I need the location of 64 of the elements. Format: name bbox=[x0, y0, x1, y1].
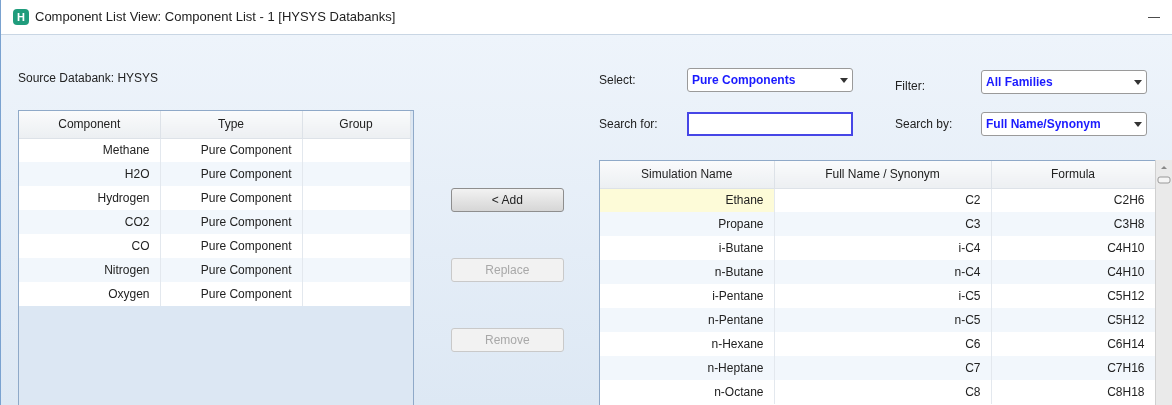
table-cell: H2O bbox=[19, 162, 160, 186]
action-button[interactable]: < Add bbox=[450, 188, 564, 212]
table-cell: Pure Component bbox=[160, 186, 302, 210]
column-header[interactable]: Type bbox=[160, 111, 302, 138]
field-label: Search by: bbox=[895, 116, 953, 133]
table-cell: Pure Component bbox=[160, 210, 302, 234]
table-cell: C4H10 bbox=[991, 236, 1155, 260]
table-cell: CO2 bbox=[19, 210, 160, 234]
dropdown[interactable]: Pure Components bbox=[687, 68, 853, 92]
table-cell: Pure Component bbox=[160, 282, 302, 306]
table-cell: n-C4 bbox=[774, 260, 991, 284]
search-field[interactable] bbox=[687, 112, 853, 136]
table-cell: C7 bbox=[774, 356, 991, 380]
source-databank-label: Source Databank: HYSYS bbox=[18, 71, 159, 85]
minimize-button[interactable]: — bbox=[1144, 8, 1164, 26]
table-cell: C3H8 bbox=[991, 212, 1155, 236]
table-cell[interactable]: n-Butane bbox=[600, 260, 774, 284]
column-header[interactable]: Simulation Name bbox=[600, 161, 774, 188]
column-header[interactable]: Group bbox=[302, 111, 410, 138]
table-cell: Pure Component bbox=[160, 162, 302, 186]
column-header[interactable]: Component bbox=[19, 111, 160, 138]
field-label: Search for: bbox=[599, 116, 658, 133]
table-cell[interactable]: Ethane bbox=[600, 188, 774, 212]
column-header[interactable]: Formula bbox=[991, 161, 1155, 188]
table-cell: Pure Component bbox=[160, 258, 302, 282]
caret-icon bbox=[840, 77, 848, 83]
field-label: Select: bbox=[599, 72, 636, 89]
table-cell: C3 bbox=[774, 212, 991, 236]
table-cell: n-C5 bbox=[774, 308, 991, 332]
dropdown[interactable]: Full Name/Synonym bbox=[981, 112, 1147, 136]
table-cell: Nitrogen bbox=[19, 258, 160, 282]
column-header[interactable]: Full Name / Synonym bbox=[774, 161, 991, 188]
table-cell: C8 bbox=[774, 380, 991, 404]
table-cell: C5H12 bbox=[991, 308, 1155, 332]
table-cell: C7H16 bbox=[991, 356, 1155, 380]
table-cell: C2 bbox=[774, 188, 991, 212]
table-cell: C5H12 bbox=[991, 284, 1155, 308]
table-cell: CO bbox=[19, 234, 160, 258]
caret-icon bbox=[1134, 79, 1142, 85]
scrollbar[interactable] bbox=[1155, 160, 1172, 405]
table-cell: C6 bbox=[774, 332, 991, 356]
caret-icon bbox=[1134, 121, 1142, 127]
table-cell: C8H18 bbox=[991, 380, 1155, 404]
table-cell: C2H6 bbox=[991, 188, 1155, 212]
table-cell[interactable]: i-Pentane bbox=[600, 284, 774, 308]
table-cell[interactable]: n-Heptane bbox=[600, 356, 774, 380]
field-label: Filter: bbox=[895, 78, 925, 95]
table-cell[interactable]: n-Octane bbox=[600, 380, 774, 404]
window-title: Component List View: Component List - 1 [HYSYS Databanks] bbox=[35, 8, 396, 27]
table-cell: Pure Component bbox=[160, 234, 302, 258]
table-cell: i-C4 bbox=[774, 236, 991, 260]
table-cell[interactable]: n-Pentane bbox=[600, 308, 774, 332]
table-cell: i-C5 bbox=[774, 284, 991, 308]
table-cell: Oxygen bbox=[19, 282, 160, 306]
table-cell: C4H10 bbox=[991, 260, 1155, 284]
table-cell: C6H14 bbox=[991, 332, 1155, 356]
table-cell: Hydrogen bbox=[19, 186, 160, 210]
table-cell[interactable]: Propane bbox=[600, 212, 774, 236]
dropdown[interactable]: All Families bbox=[981, 70, 1147, 94]
table-cell[interactable]: i-Butane bbox=[600, 236, 774, 260]
table-cell: Pure Component bbox=[160, 138, 302, 162]
table-cell[interactable]: n-Hexane bbox=[600, 332, 774, 356]
table-cell: Methane bbox=[19, 138, 160, 162]
app-icon: H bbox=[13, 9, 29, 25]
